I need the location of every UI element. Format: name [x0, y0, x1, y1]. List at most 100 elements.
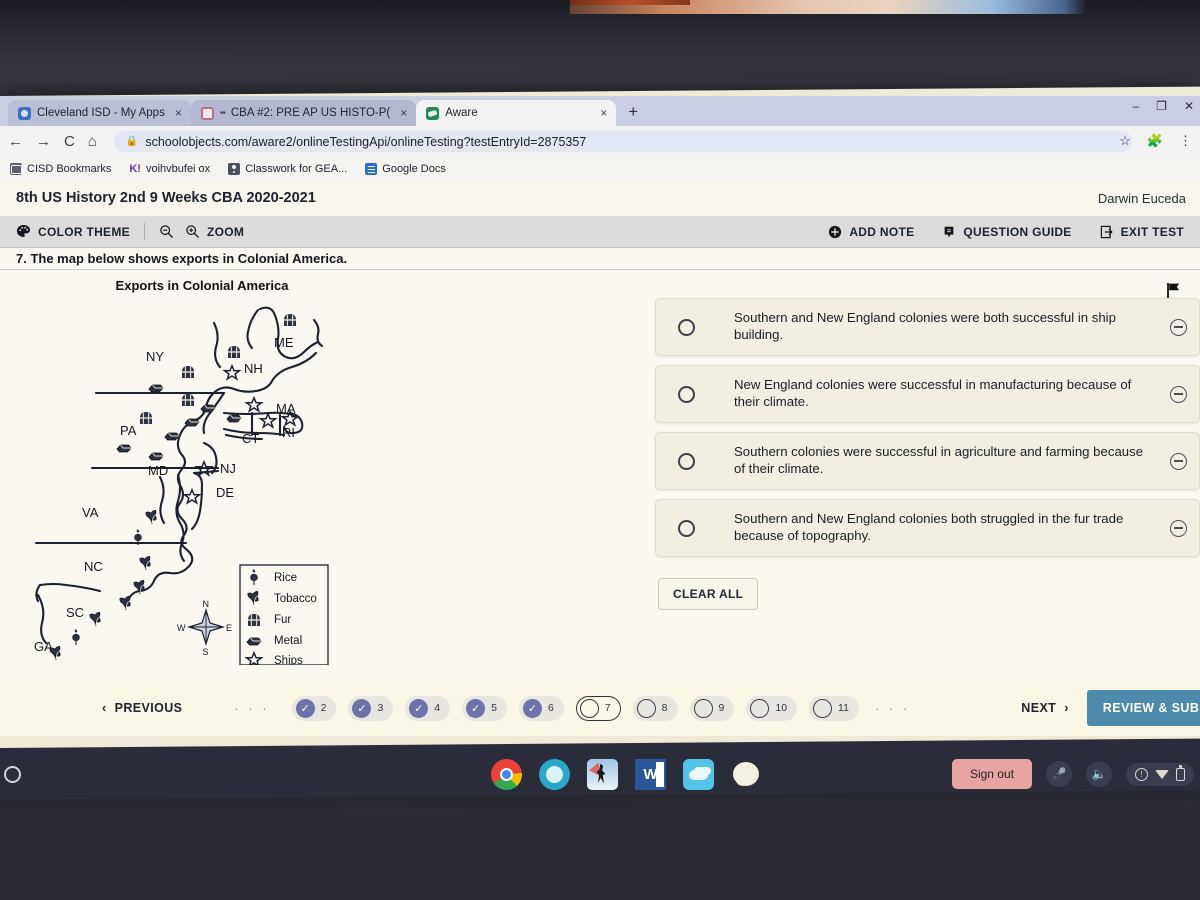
status-tray-group[interactable]: !: [1126, 762, 1194, 786]
question-nav-2[interactable]: ✓ 2: [291, 695, 337, 721]
legend-label-ships: Ships: [274, 655, 303, 665]
google-docs-icon: [365, 162, 378, 175]
empty-bubble-icon: [636, 698, 656, 718]
legend-label-tobacco: Tobacco: [274, 593, 317, 605]
question-content: Exports in Colonial America ME NH MA RI …: [0, 270, 1200, 680]
cloud-icon[interactable]: [683, 758, 714, 790]
question-nav-3[interactable]: ✓ 3: [348, 695, 394, 721]
compass-s: S: [203, 647, 209, 657]
microphone-icon[interactable]: 🎤: [1046, 761, 1072, 787]
loading-spinner-icon: [200, 106, 214, 120]
hero-app-icon[interactable]: [587, 758, 618, 790]
question-nav-7-current[interactable]: 7: [575, 695, 621, 721]
bookmark-classwork[interactable]: Classwork for GEA...: [228, 162, 348, 175]
tab-title: CBA #2: PRE AP US HISTO-P(: [230, 107, 391, 119]
map-label-SC: SC: [66, 605, 84, 620]
address-bar[interactable]: 🔒 schoolobjects.com/aware2/onlineTesting…: [113, 131, 1132, 152]
answer-option-a[interactable]: Southern and New England colonies were b…: [655, 298, 1200, 356]
maximize-button[interactable]: ❐: [1156, 99, 1167, 113]
close-icon[interactable]: ×: [175, 106, 182, 120]
radio-button[interactable]: [678, 519, 695, 537]
question-prompt-bar: 7. The map below shows exports in Coloni…: [0, 248, 1200, 270]
sign-out-button[interactable]: Sign out: [951, 759, 1032, 789]
forward-icon[interactable]: →: [36, 133, 51, 150]
question-nav-10[interactable]: 10: [746, 695, 798, 721]
home-icon[interactable]: ⌂: [88, 133, 97, 150]
radio-button[interactable]: [678, 385, 695, 403]
eliminate-option-icon[interactable]: [1170, 385, 1187, 403]
reload-icon[interactable]: C: [64, 133, 75, 150]
window-close-button[interactable]: ✕: [1184, 99, 1194, 113]
legend-label-fur: Fur: [274, 614, 291, 626]
bookmark-google-docs[interactable]: Google Docs: [365, 162, 446, 175]
color-theme-button[interactable]: COLOR THEME: [16, 216, 144, 247]
close-icon[interactable]: ×: [600, 106, 607, 120]
compass-e: E: [226, 623, 232, 633]
minimize-button[interactable]: –: [1132, 99, 1139, 113]
eliminate-option-icon[interactable]: [1170, 318, 1187, 336]
empty-bubble-icon: [693, 698, 713, 718]
clock-icon: !: [1135, 767, 1148, 781]
map-graphic: ME NH MA RI CT NY PA NJ DE MD VA NC SC G…: [34, 306, 329, 665]
bookmark-label: Classwork for GEA...: [245, 162, 348, 175]
legend-label-rice: Rice: [274, 572, 297, 584]
bookmark-cisd[interactable]: CISD Bookmarks: [10, 162, 111, 175]
compass-icon[interactable]: [539, 758, 570, 790]
chrome-menu-icon[interactable]: ⋮: [1179, 133, 1192, 149]
answer-option-text: Southern colonies were successful in agr…: [734, 444, 1144, 476]
next-button[interactable]: NEXT ›: [1021, 701, 1087, 715]
previous-button[interactable]: ‹ PREVIOUS: [14, 701, 182, 715]
question-guide-label: QUESTION GUIDE: [963, 224, 1072, 239]
browser-tab-aware[interactable]: Aware ×: [416, 100, 617, 126]
answer-option-text: Southern and New England colonies were b…: [734, 310, 1116, 342]
exit-test-button[interactable]: EXIT TEST: [1086, 225, 1184, 239]
nav-ellipsis-left: · · ·: [234, 700, 270, 716]
chrome-icon[interactable]: [491, 758, 522, 790]
wifi-icon: [1155, 769, 1169, 779]
volume-icon[interactable]: 🔈: [1086, 761, 1112, 787]
zoom-out-icon[interactable]: [159, 224, 174, 239]
check-icon: ✓: [352, 698, 372, 718]
question-nav-9[interactable]: 9: [689, 695, 735, 721]
back-icon[interactable]: ←: [8, 133, 23, 150]
toolbar-right-group: ADD NOTE QUESTION GUIDE EXIT TEST: [814, 225, 1184, 239]
word-icon[interactable]: [635, 758, 666, 790]
radio-button[interactable]: [678, 318, 695, 336]
puff-icon[interactable]: [731, 759, 762, 790]
answer-option-c[interactable]: Southern colonies were successful in agr…: [655, 432, 1200, 490]
eliminate-option-icon[interactable]: [1170, 452, 1187, 470]
question-nav-8[interactable]: 8: [632, 695, 678, 721]
question-nav-4[interactable]: ✓ 4: [405, 695, 451, 721]
puzzle-icon[interactable]: 🧩: [1147, 133, 1163, 149]
answer-option-b[interactable]: New England colonies were successful in …: [655, 365, 1200, 423]
question-nav-11[interactable]: 11: [809, 695, 859, 721]
add-note-button[interactable]: ADD NOTE: [814, 225, 928, 239]
question-number: 6: [547, 702, 554, 714]
bookmark-star-icon[interactable]: ☆: [1119, 133, 1131, 149]
launcher-circle-icon[interactable]: [4, 765, 21, 783]
browser-tab-cleveland-isd[interactable]: Cleveland ISD - My Apps ×: [8, 100, 191, 126]
answer-option-d[interactable]: Southern and New England colonies both s…: [655, 499, 1200, 557]
new-tab-button[interactable]: +: [628, 102, 638, 122]
monitor-screen: Cleveland ISD - My Apps × •• CBA #2: PRE…: [0, 86, 1200, 787]
answer-option-text: Southern and New England colonies both s…: [734, 511, 1124, 543]
zoom-in-icon[interactable]: [185, 224, 200, 239]
question-nav-5[interactable]: ✓ 5: [462, 695, 507, 721]
close-icon[interactable]: ×: [400, 106, 407, 120]
student-name: Darwin Euceda: [1097, 190, 1186, 206]
bookmark-kahoot[interactable]: K! voihvbufei ox: [129, 163, 210, 175]
aware-test-app: 8th US History 2nd 9 Weeks CBA 2020-2021…: [0, 180, 1200, 736]
zoom-controls[interactable]: ZOOM: [145, 216, 258, 247]
browser-tab-cba2[interactable]: •• CBA #2: PRE AP US HISTO-P( ×: [190, 100, 417, 126]
map-label-NJ: NJ: [220, 461, 236, 476]
radio-button[interactable]: [678, 452, 695, 470]
eliminate-option-icon[interactable]: [1170, 519, 1187, 537]
question-nav-6[interactable]: ✓ 6: [518, 695, 564, 721]
clear-all-button[interactable]: CLEAR ALL: [658, 578, 759, 610]
window-controls: – ❐ ✕: [1132, 99, 1194, 113]
test-toolbar: COLOR THEME ZOOM ADD NOTE QUESTION GUIDE…: [0, 216, 1200, 248]
review-submit-button[interactable]: REVIEW & SUBMIT: [1086, 690, 1200, 726]
question-guide-button[interactable]: QUESTION GUIDE: [928, 225, 1085, 239]
answer-option-text: New England colonies were successful in …: [734, 377, 1132, 409]
tab-audio-icon: ••: [219, 107, 225, 119]
